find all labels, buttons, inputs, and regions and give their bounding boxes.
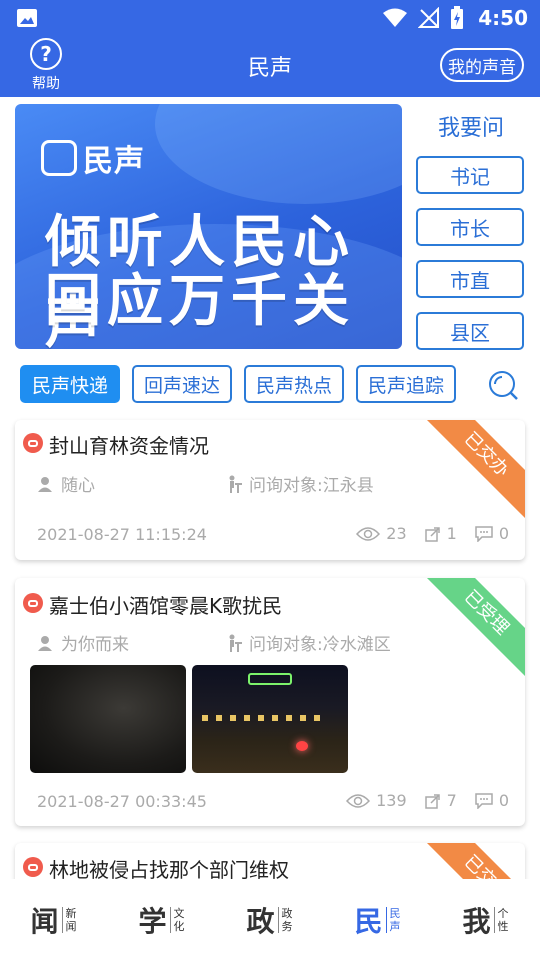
post-author-name: 随心 [61,476,95,496]
post-stats: 23 1 0 [356,524,509,543]
tab-response-express[interactable]: 回声速达 [132,365,233,403]
tab-tracking[interactable]: 民声追踪 [356,365,457,403]
ask-city-dept-button[interactable]: 市直 [416,260,524,298]
post-bullet-icon [23,433,43,453]
nav-profile-glyph: 我 [462,904,491,938]
comment-icon [475,792,493,809]
post-title: 嘉士伯小酒馆零晨K歌扰民 [49,594,283,618]
share-count: 1 [446,524,457,543]
post-title: 封山育林资金情况 [49,434,209,458]
official-icon [229,634,242,652]
nav-culture-caption: 文化 [169,906,186,933]
status-ribbon: 已交办 [420,843,525,879]
status-time: 4:50 [478,6,528,30]
my-voice-button[interactable]: 我的声音 [440,48,524,82]
share-icon [424,526,440,542]
minsheng-logo-icon [41,140,77,176]
main-content: 民声 倾听人民心声 回应万千关切 我要问 书记 市长 市直 县区 民声快递 回声… [0,97,540,879]
app-header: ? 帮助 民声 我的声音 [0,36,540,97]
photo-lights [202,715,322,721]
post-target: 问询对象:冷水滩区 [225,630,391,655]
post-author: 为你而来 [37,630,129,655]
eye-icon [356,526,381,541]
no-signal-icon [418,7,440,28]
ask-county-button[interactable]: 县区 [416,312,524,350]
post-target: 问询对象:江永县 [225,471,374,496]
ask-panel: 我要问 书记 市长 市直 县区 [416,97,526,350]
post-title: 林地被侵占找那个部门维权 [49,858,289,879]
nav-news-caption: 新闻 [61,906,78,933]
share-count: 7 [446,791,457,810]
post-bullet-icon [23,593,43,613]
post-card[interactable]: 已交办 封山育林资金情况 随心 问询对象:江永县 2021-08-27 11:1… [15,420,525,560]
banner[interactable]: 民声 倾听人民心声 回应万千关切 [15,104,402,349]
status-ribbon: 已受理 [420,578,525,679]
nav-culture[interactable]: 学 文化 [138,900,185,940]
nav-news[interactable]: 闻 新闻 [30,900,77,940]
nav-government[interactable]: 政 政务 [246,900,293,940]
banner-slogan-line2: 回应万千关切 [45,269,355,334]
eye-icon [346,793,371,808]
tab-hot-topics[interactable]: 民声热点 [244,365,345,403]
post-date: 2021-08-27 00:33:45 [37,792,207,811]
post-photo[interactable] [30,665,186,773]
post-bullet-icon [23,857,43,877]
photo-red-light [296,741,308,751]
ask-title: 我要问 [437,116,504,141]
nav-minsheng-caption: 民声 [385,906,402,933]
share-icon [424,793,440,809]
bottom-nav: 闻 新闻 学 文化 政 政务 民 民声 我 个性 [0,879,540,960]
post-stats: 139 7 0 [346,791,509,810]
person-icon [38,476,52,492]
nav-government-glyph: 政 [246,904,275,938]
search-icon[interactable] [487,369,519,401]
top-bar: 4:50 ? 帮助 民声 我的声音 [0,0,540,97]
wifi-icon [383,8,408,27]
post-target-text: 问询对象:冷水滩区 [249,635,391,655]
comment-count: 0 [498,524,509,543]
post-card[interactable]: 已受理 嘉士伯小酒馆零晨K歌扰民 为你而来 问询对象:冷水滩区 2021-08-… [15,578,525,826]
nav-minsheng[interactable]: 民 民声 [354,900,401,940]
post-card[interactable]: 已交办 林地被侵占找那个部门维权 [15,843,525,879]
view-count: 23 [386,524,407,543]
ask-secretary-button[interactable]: 书记 [416,156,524,194]
post-author: 随心 [37,471,95,496]
nav-culture-glyph: 学 [138,904,167,938]
status-bar: 4:50 [0,0,540,36]
comment-count: 0 [498,791,509,810]
nav-news-glyph: 闻 [30,904,59,938]
banner-logo: 民声 [41,136,145,180]
image-notification-icon [17,9,37,27]
nav-profile[interactable]: 我 个性 [462,900,509,940]
ask-mayor-button[interactable]: 市长 [416,208,524,246]
post-author-name: 为你而来 [61,635,129,655]
post-photo[interactable] [192,665,348,773]
nav-government-caption: 政务 [277,906,294,933]
post-date: 2021-08-27 11:15:24 [37,525,207,544]
view-count: 139 [376,791,407,810]
post-target-text: 问询对象:江永县 [249,476,374,496]
official-icon [229,475,242,493]
status-ribbon: 已交办 [420,420,525,521]
category-tabs: 民声快递 回声速达 民声热点 民声追踪 [20,365,457,403]
comment-icon [475,525,493,542]
person-icon [38,635,52,651]
battery-icon [451,6,464,29]
nav-minsheng-glyph: 民 [354,904,383,938]
tab-minsheng-express[interactable]: 民声快递 [20,365,121,403]
banner-wave [155,104,402,204]
nav-profile-caption: 个性 [493,906,510,933]
photo-neon-sign [248,673,292,685]
banner-logo-text: 民声 [83,144,145,179]
